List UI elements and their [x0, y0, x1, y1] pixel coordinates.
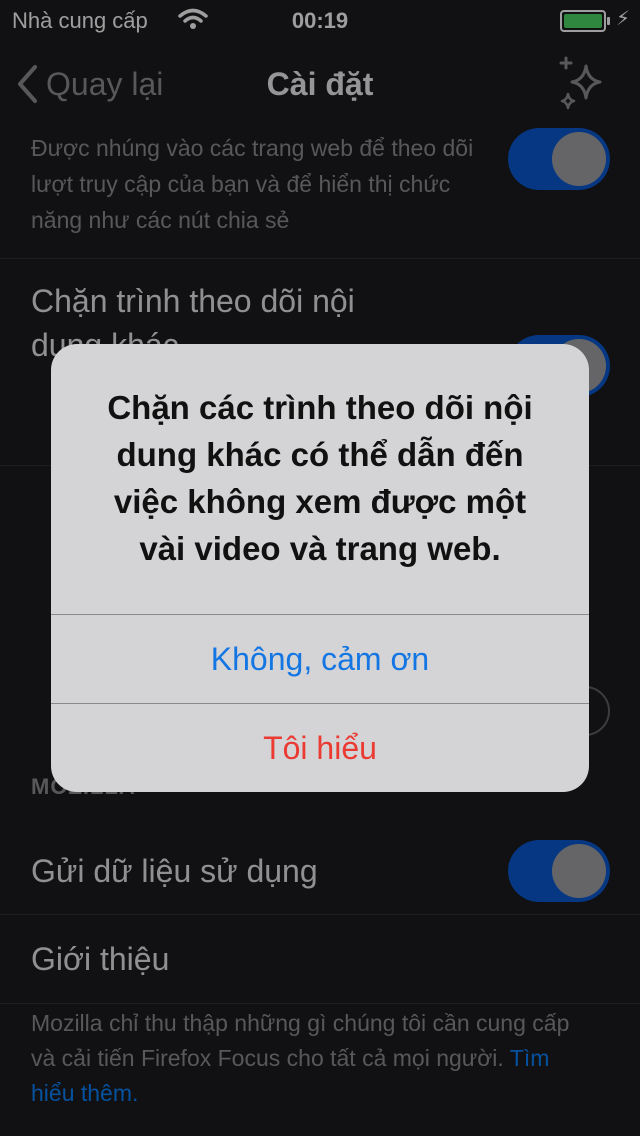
i-understand-button[interactable]: Tôi hiểu: [51, 703, 589, 792]
no-thanks-button[interactable]: Không, cảm ơn: [51, 614, 589, 703]
alert-message: Chặn các trình theo dõi nội dung khác có…: [107, 389, 533, 567]
alert-dialog: Chặn các trình theo dõi nội dung khác có…: [51, 344, 589, 792]
